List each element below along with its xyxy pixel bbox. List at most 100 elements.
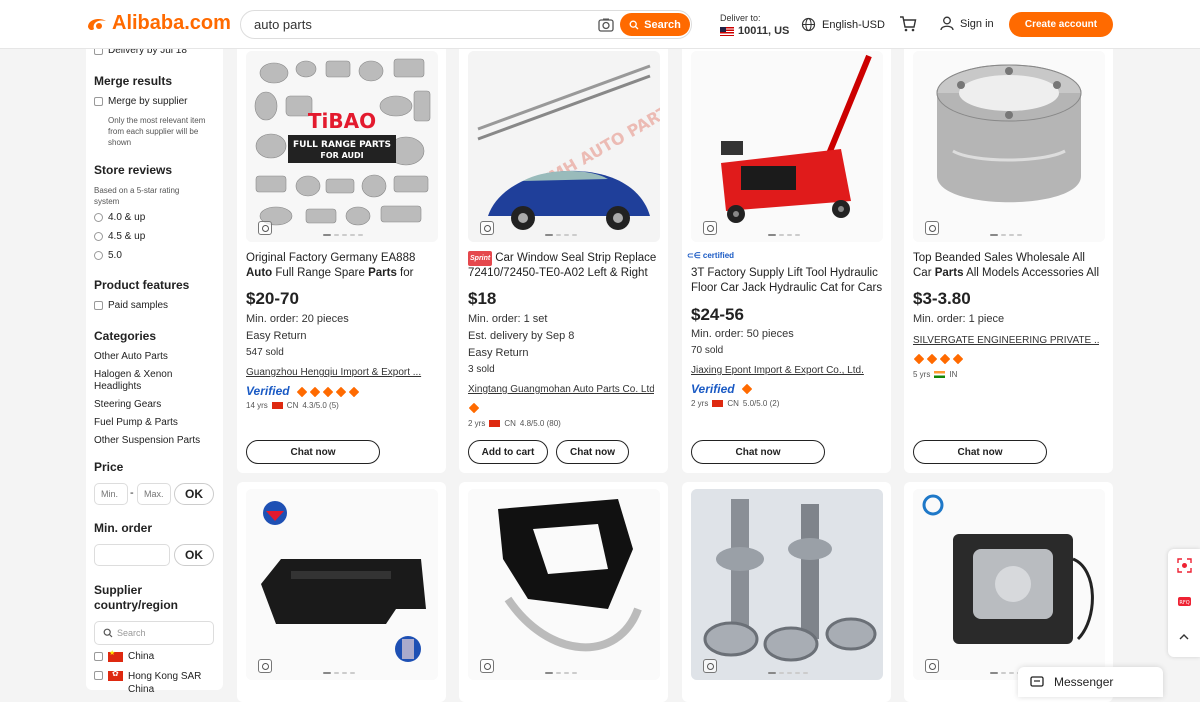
product-image[interactable]: [913, 489, 1105, 680]
create-account-button[interactable]: Create account: [1009, 12, 1113, 37]
supplier-link[interactable]: Jiaxing Epont Import & Export Co., Ltd.: [691, 365, 877, 376]
paid-samples-filter[interactable]: Paid samples: [94, 300, 168, 311]
title-text: Full Range Spare: [272, 267, 369, 279]
chat-now-button[interactable]: Chat now: [246, 440, 380, 464]
alibaba-logo[interactable]: Alibaba.com: [86, 12, 231, 35]
search-icon: [629, 20, 639, 29]
country-option-hong-kong[interactable]: Hong Kong SAR China: [94, 669, 208, 696]
supplier-rating: 4.3/5.0 (5): [302, 401, 339, 410]
globe-icon: [801, 17, 816, 32]
image-search-icon[interactable]: [480, 659, 494, 673]
radio-button[interactable]: [94, 232, 103, 241]
min-order: Min. order: 1 piece: [913, 313, 1005, 325]
supplier-meta: 2 yrs CN 5.0/5.0 (2): [691, 399, 779, 408]
price-max-input[interactable]: [137, 483, 171, 505]
rating-option[interactable]: 4.5 & up: [94, 231, 145, 242]
min-order-ok-button[interactable]: OK: [174, 544, 214, 566]
product-image[interactable]: TiBAO FULL RANGE PARTS FOR AUDI: [246, 51, 438, 242]
search-button[interactable]: Search: [620, 13, 690, 36]
verified-badge[interactable]: Verified: [246, 384, 290, 398]
scan-icon[interactable]: [1177, 558, 1192, 573]
auto-parts-collage-image: TiBAO FULL RANGE PARTS FOR AUDI: [246, 51, 438, 242]
cart-icon[interactable]: [899, 15, 917, 33]
certified-label: certified: [702, 251, 735, 260]
radio-button[interactable]: [94, 251, 103, 260]
rfq-icon[interactable]: RFQ: [1177, 594, 1192, 609]
image-search-icon[interactable]: [925, 659, 939, 673]
image-carousel-dots[interactable]: [323, 234, 363, 236]
product-card[interactable]: Top Beanded Sales Wholesale All Car Part…: [904, 44, 1113, 473]
sign-in-link[interactable]: Sign in: [940, 16, 994, 31]
image-carousel-dots[interactable]: [323, 672, 355, 674]
product-card[interactable]: [237, 482, 446, 702]
product-title[interactable]: 3T Factory Supply Lift Tool Hydraulic Fl…: [691, 266, 883, 296]
category-link[interactable]: Halogen & Xenon Headlights: [94, 369, 184, 393]
image-carousel-dots[interactable]: [545, 234, 577, 236]
supplier-link[interactable]: Xingtang Guangmohan Auto Parts Co. Ltd.: [468, 384, 654, 395]
product-image[interactable]: YMH AUTO PARTS: [468, 51, 660, 242]
supplier-level-diamonds: [741, 383, 753, 395]
fog-light-cover-image: [468, 489, 660, 680]
image-carousel-dots[interactable]: [990, 234, 1022, 236]
image-search-icon[interactable]: [480, 221, 494, 235]
logo-icon: [88, 18, 106, 30]
steel-ring-part-image: [913, 51, 1105, 242]
image-search-icon[interactable]: [258, 221, 272, 235]
product-card[interactable]: [459, 482, 668, 702]
image-search-icon[interactable]: [703, 221, 717, 235]
search-button-label: Search: [644, 18, 681, 31]
product-image[interactable]: [246, 489, 438, 680]
product-card[interactable]: YMH AUTO PARTS SprintCar Window Seal Str…: [459, 44, 668, 473]
product-image[interactable]: [691, 51, 883, 242]
image-search-icon[interactable]: [925, 221, 939, 235]
rating-label: 4.0 & up: [108, 212, 146, 223]
image-search-icon[interactable]: [703, 659, 717, 673]
checkbox[interactable]: [94, 671, 103, 680]
verified-badge[interactable]: Verified: [691, 382, 735, 396]
product-card[interactable]: ⊂∈ certified 3T Factory Supply Lift Tool…: [682, 44, 891, 473]
rating-option[interactable]: 5.0: [94, 250, 122, 261]
min-order-input[interactable]: [94, 544, 170, 566]
back-to-top-icon[interactable]: [1178, 631, 1190, 643]
camera-icon[interactable]: [597, 16, 615, 34]
country-option-china[interactable]: China: [94, 649, 155, 662]
price-ok-button[interactable]: OK: [174, 483, 214, 505]
image-search-icon[interactable]: [258, 659, 272, 673]
image-carousel-dots[interactable]: [545, 672, 577, 674]
add-to-cart-button[interactable]: Add to cart: [468, 440, 548, 464]
category-link[interactable]: Other Auto Parts: [94, 351, 168, 363]
checkbox[interactable]: [94, 652, 103, 661]
language-selector[interactable]: English-USD: [801, 17, 885, 32]
price-min-input[interactable]: [94, 483, 128, 505]
product-image[interactable]: [691, 489, 883, 680]
category-link[interactable]: Steering Gears: [94, 399, 161, 411]
rating-option[interactable]: 4.0 & up: [94, 212, 145, 223]
category-link[interactable]: Fuel Pump & Parts: [94, 417, 178, 429]
radio-button[interactable]: [94, 213, 103, 222]
supplier-link[interactable]: Guangzhou Hengqiu Import & Export ...: [246, 367, 432, 378]
product-image[interactable]: [468, 489, 660, 680]
language-label: English-USD: [822, 18, 885, 31]
product-title[interactable]: Original Factory Germany EA888 Auto Full…: [246, 251, 438, 281]
deliver-zip: 10011, US: [738, 25, 790, 37]
product-price: $18: [468, 289, 497, 308]
image-carousel-dots[interactable]: [768, 234, 800, 236]
product-image[interactable]: [913, 51, 1105, 242]
messenger-widget[interactable]: Messenger: [1018, 667, 1163, 697]
supplier-link[interactable]: SILVERGATE ENGINEERING PRIVATE ...: [913, 335, 1099, 346]
country-label: China: [128, 651, 155, 662]
product-card[interactable]: [682, 482, 891, 702]
category-link[interactable]: Other Suspension Parts: [94, 435, 200, 447]
deliver-to[interactable]: Deliver to: 10011, US: [720, 13, 789, 37]
image-carousel-dots[interactable]: [768, 672, 808, 674]
product-card[interactable]: TiBAO FULL RANGE PARTS FOR AUDI Original…: [237, 44, 446, 473]
chat-now-button[interactable]: Chat now: [691, 440, 825, 464]
checkbox[interactable]: [94, 97, 103, 106]
search-input[interactable]: [254, 17, 584, 32]
product-title[interactable]: Sprint Car Window Seal Strip Replace 7241…: [468, 251, 660, 281]
product-title[interactable]: Top Beanded Sales Wholesale All Car Part…: [913, 251, 1105, 281]
chat-now-button[interactable]: Chat now: [556, 440, 629, 464]
chat-now-button[interactable]: Chat now: [913, 440, 1047, 464]
merge-by-supplier-filter[interactable]: Merge by supplier: [94, 96, 187, 107]
checkbox[interactable]: [94, 301, 103, 310]
